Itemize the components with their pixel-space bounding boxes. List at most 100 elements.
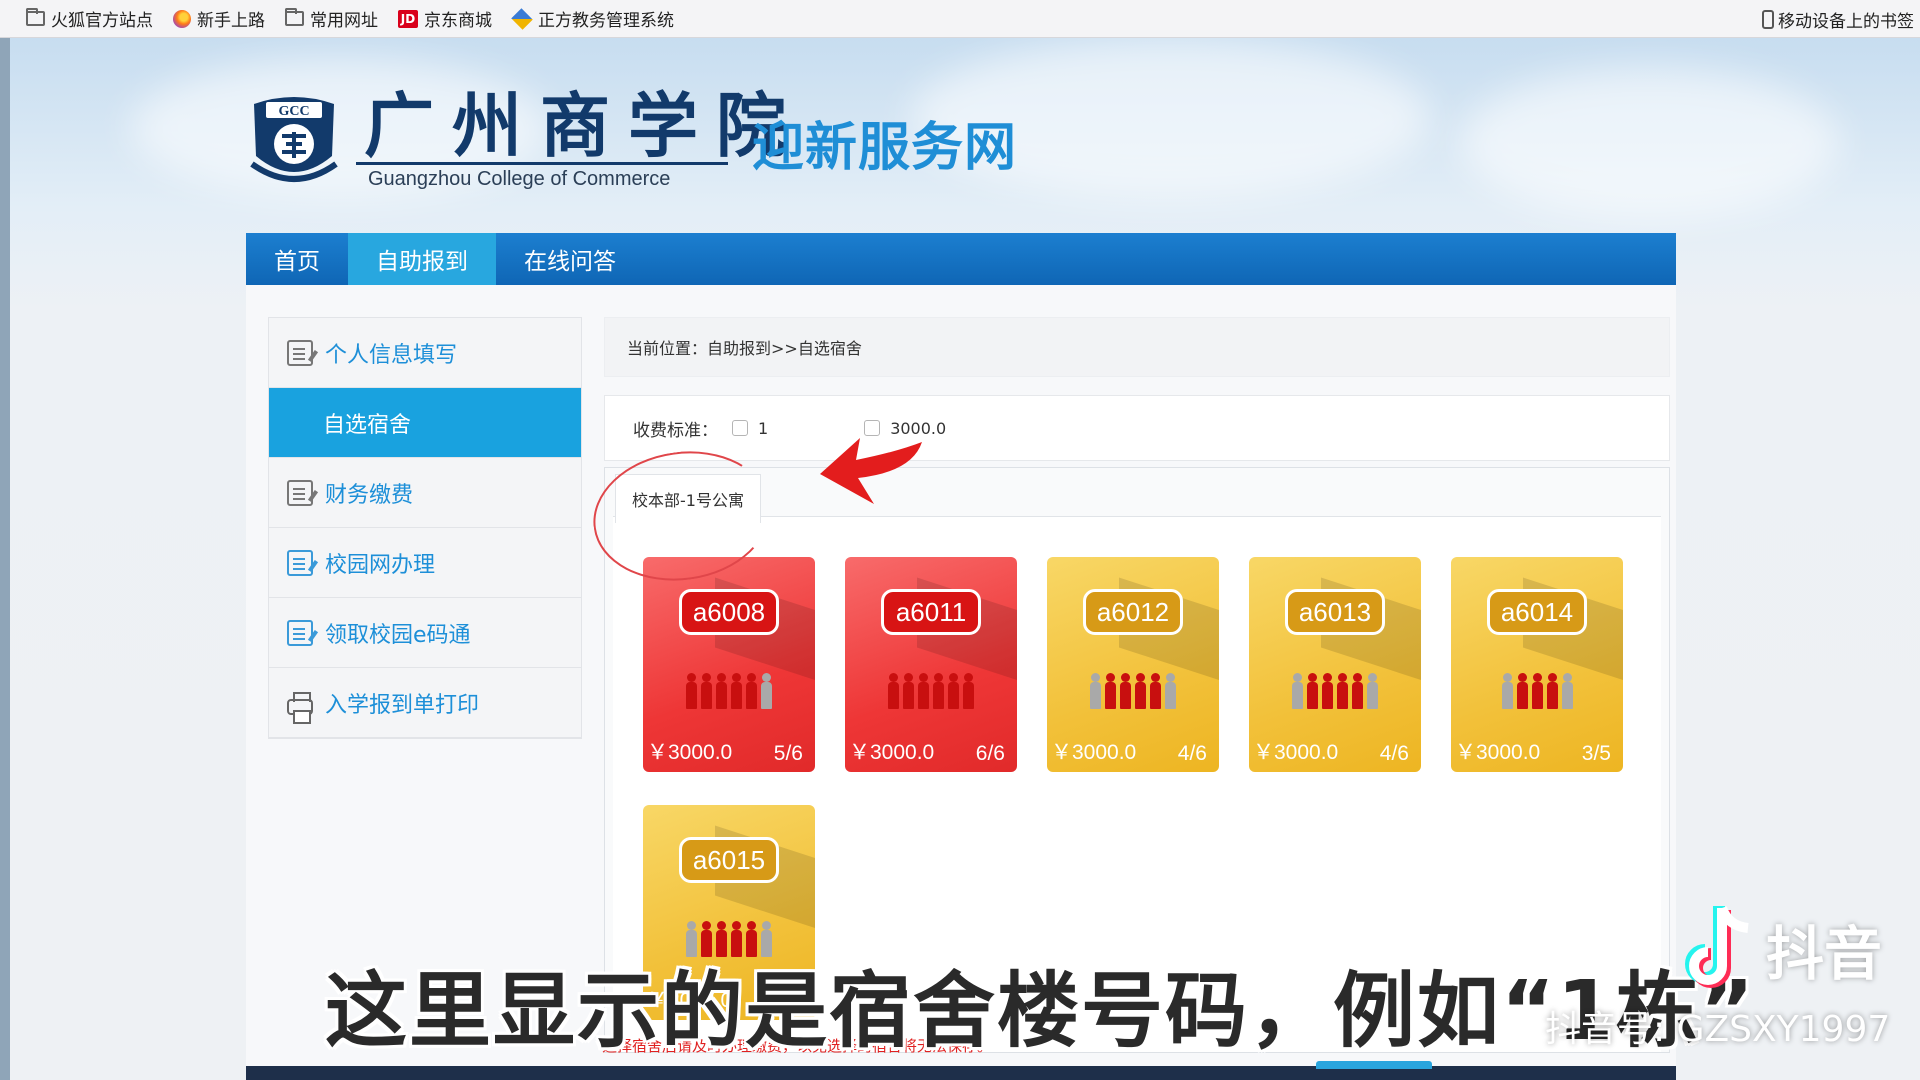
mobile-bookmarks[interactable]: 移动设备上的书签 (1762, 0, 1914, 38)
edit-note-icon (287, 619, 313, 646)
footer-bar (246, 1066, 1676, 1080)
room-number: a6013 (1285, 589, 1385, 635)
occupied-bed-icon (963, 673, 974, 709)
jd-icon: JD (398, 9, 418, 28)
sidebar-item-campus-network[interactable]: 校园网办理 (269, 528, 581, 598)
occupied-bed-icon (1531, 673, 1543, 709)
room-card[interactable]: a6012 ￥3000.0 4/6 (1047, 557, 1219, 772)
mobile-device-icon (1762, 9, 1774, 29)
occupied-bed-icon (686, 673, 697, 709)
room-price: ￥3000.0 (1051, 741, 1137, 764)
site-header: GCC 广州商学院 Guangzhou College of Commerce … (246, 80, 1676, 200)
sidebar-item-label: 校园网办理 (325, 552, 436, 578)
vacant-bed-icon (1501, 673, 1513, 709)
bookmarks-toolbar: 火狐官方站点 新手上路 常用网址 JD 京东商城 正方教务管理系统 移动设备上的… (0, 0, 1920, 38)
printer-icon (287, 691, 313, 724)
occupancy-icons (845, 673, 1017, 709)
site-name: 迎新服务网 (752, 118, 1018, 178)
occupancy-icons (643, 673, 815, 709)
room-number: a6012 (1083, 589, 1183, 635)
room-card[interactable]: a6014 ￥3000.0 3/5 (1451, 557, 1623, 772)
sidebar-item-label: 个人信息填写 (325, 342, 458, 368)
douyin-account-id: 抖音号: GZSXY1997 (1545, 1009, 1891, 1050)
bookmark-item[interactable]: JD 京东商城 (398, 6, 492, 31)
logo-divider (356, 162, 728, 165)
sidebar-item-label: 领取校园e码通 (325, 622, 471, 648)
annotation-arrow-icon (820, 438, 922, 504)
douyin-watermark: 抖音 (1678, 902, 1882, 996)
occupied-bed-icon (1150, 673, 1161, 709)
checkbox-box[interactable] (732, 420, 748, 436)
room-number: a6008 (679, 589, 779, 635)
room-price: ￥3000.0 (849, 741, 935, 764)
window-edge (0, 38, 10, 1080)
main-nav: 首页 自助报到 在线问答 (246, 233, 1676, 285)
bookmark-item[interactable]: 火狐官方站点 (26, 6, 153, 31)
occupied-bed-icon (716, 673, 727, 709)
room-number: a6014 (1487, 589, 1587, 635)
room-card[interactable]: a6008 ￥3000.0 5/6 (643, 557, 815, 772)
nav-online-qa[interactable]: 在线问答 (496, 233, 644, 285)
fee-option-checkbox[interactable]: 1 (732, 419, 768, 438)
occupancy-icons (1047, 673, 1219, 709)
bookmark-label: 正方教务管理系统 (538, 11, 674, 31)
room-occupancy: 3/5 (1581, 742, 1611, 765)
vacant-bed-icon (1090, 673, 1101, 709)
occupied-bed-icon (1135, 673, 1146, 709)
books-icon (511, 7, 533, 30)
room-price: ￥3000.0 (1253, 741, 1339, 764)
college-name-en: Guangzhou College of Commerce (368, 168, 671, 190)
vacant-bed-icon (761, 673, 772, 709)
nav-self-checkin[interactable]: 自助报到 (348, 233, 496, 285)
occupied-bed-icon (1105, 673, 1116, 709)
emblem-text: GCC (278, 104, 309, 119)
sidebar-item-personal-info[interactable]: 个人信息填写 (269, 318, 581, 388)
edit-note-icon (287, 549, 313, 576)
bookmark-label: 京东商城 (424, 11, 492, 31)
sidebar-item-choose-dorm[interactable]: 自选宿舍 (269, 388, 581, 458)
edit-note-icon (287, 479, 313, 506)
room-number: a6015 (679, 837, 779, 883)
room-occupancy: 4/6 (1379, 742, 1409, 765)
douyin-app-name: 抖音 (1766, 920, 1883, 988)
bookmark-item[interactable]: 新手上路 (173, 6, 265, 31)
bookmark-label: 常用网址 (310, 11, 378, 31)
sidebar-item-label: 财务缴费 (325, 482, 414, 508)
sidebar-item-label: 入学报到单打印 (325, 692, 480, 718)
sidebar-item-print-form[interactable]: 入学报到单打印 (269, 668, 581, 738)
sidebar-item-payment[interactable]: 财务缴费 (269, 458, 581, 528)
room-card[interactable]: a6013 ￥3000.0 4/6 (1249, 557, 1421, 772)
occupied-bed-icon (948, 673, 959, 709)
vacant-bed-icon (1165, 673, 1176, 709)
occupied-bed-icon (1516, 673, 1528, 709)
room-card[interactable]: a6011 ￥3000.0 6/6 (845, 557, 1017, 772)
mobile-bookmarks-label: 移动设备上的书签 (1778, 11, 1914, 32)
edit-note-icon (287, 339, 313, 366)
occupied-bed-icon (933, 673, 944, 709)
room-occupancy: 5/6 (773, 742, 803, 765)
bookmark-label: 新手上路 (197, 11, 265, 31)
firefox-icon (173, 9, 191, 28)
bookmark-label: 火狐官方站点 (51, 11, 153, 31)
vacant-bed-icon (1561, 673, 1573, 709)
fee-label: 收费标准： (633, 420, 718, 441)
room-occupancy: 6/6 (975, 742, 1005, 765)
occupied-bed-icon (903, 673, 914, 709)
occupied-bed-icon (1337, 673, 1348, 709)
room-price: ￥3000.0 (1455, 741, 1541, 764)
occupied-bed-icon (888, 673, 899, 709)
bookmark-item[interactable]: 常用网址 (285, 6, 378, 31)
occupied-bed-icon (1322, 673, 1333, 709)
nav-home[interactable]: 首页 (246, 233, 348, 285)
video-subtitle: 这里显示的是宿舍楼号码，例如“1栋” (325, 964, 1756, 1059)
fee-filter: 收费标准： 1 3000.0 (604, 395, 1670, 461)
occupied-bed-icon (918, 673, 929, 709)
sidebar-item-ecode-pass[interactable]: 领取校园e码通 (269, 598, 581, 668)
douyin-logo-icon (1685, 906, 1749, 988)
sidebar: 个人信息填写 自选宿舍 财务缴费 校园网办理 领取校园e码通 入学报到单打印 (268, 317, 582, 739)
room-occupancy: 4/6 (1177, 742, 1207, 765)
occupied-bed-icon (1546, 673, 1558, 709)
occupancy-icons (1451, 673, 1623, 709)
occupancy-icons (1249, 673, 1421, 709)
bookmark-item[interactable]: 正方教务管理系统 (511, 6, 674, 31)
